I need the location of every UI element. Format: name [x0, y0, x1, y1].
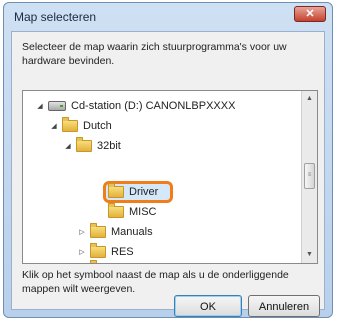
scroll-thumb[interactable]: ≡: [304, 163, 315, 189]
folder-icon: [62, 117, 78, 132]
cancel-button[interactable]: Annuleren: [248, 295, 320, 317]
tree-item-label: Cd-station (D:) CANONLBPXXXX: [71, 100, 236, 112]
hint-text: Klik op het symbool naast de map als u d…: [22, 269, 289, 295]
tree-scrollbar[interactable]: ▲ ≡ ▼: [301, 91, 317, 263]
folder-select-dialog: Map selecteren ✕ Selecteer de map waarin…: [3, 2, 333, 318]
tree-item-label: 32bit: [97, 140, 121, 152]
expand-toggle-icon[interactable]: ◢: [49, 122, 59, 130]
cd-drive-icon: [48, 101, 66, 111]
tree-item-label: Dutch: [83, 120, 112, 132]
close-button[interactable]: ✕: [294, 6, 326, 22]
expand-toggle-icon[interactable]: ▷: [77, 248, 87, 256]
folder-tree[interactable]: ◢ Cd-station (D:) CANONLBPXXXX ◢ Dutch ◢…: [22, 90, 318, 264]
folder-icon: [90, 223, 106, 238]
folder-icon: [90, 260, 97, 263]
expand-toggle-icon[interactable]: ◢: [35, 102, 45, 110]
tree-item-32bit[interactable]: ◢ 32bit: [63, 136, 121, 156]
tree-item-manuals[interactable]: ▷ Manuals: [77, 222, 153, 242]
dialog-body: Selecteer de map waarin zich stuurprogra…: [11, 31, 325, 317]
tree-item-label: MISC: [129, 206, 157, 218]
ok-button[interactable]: OK: [174, 295, 242, 317]
tree-item-driver[interactable]: Driver: [105, 182, 158, 202]
scroll-up-icon[interactable]: ▲: [302, 91, 317, 107]
folder-icon: [90, 243, 106, 258]
title-bar[interactable]: Map selecteren ✕: [4, 3, 332, 31]
tree-item-cd-drive[interactable]: ◢ Cd-station (D:) CANONLBPXXXX: [35, 96, 235, 116]
tree-item-misc[interactable]: MISC: [105, 202, 157, 222]
tree-item-label: x64: [111, 263, 129, 264]
description-text: Selecteer de map waarin zich stuurprogra…: [22, 41, 287, 67]
tree-item-label: Driver: [129, 186, 159, 198]
tree-item-dutch[interactable]: ◢ Dutch: [49, 116, 112, 136]
folder-icon: [108, 203, 124, 218]
scroll-down-icon[interactable]: ▼: [302, 247, 317, 263]
folder-icon: [108, 183, 124, 198]
folder-icon: [76, 137, 92, 152]
tree-item-label: RES: [111, 246, 134, 258]
expand-toggle-icon[interactable]: ◢: [63, 142, 73, 150]
tree-item-x64[interactable]: ▷ x64: [77, 259, 129, 264]
tree-item-label: Manuals: [111, 226, 153, 238]
expand-toggle-icon[interactable]: ▷: [77, 228, 87, 236]
dialog-title: Map selecteren: [14, 10, 97, 24]
